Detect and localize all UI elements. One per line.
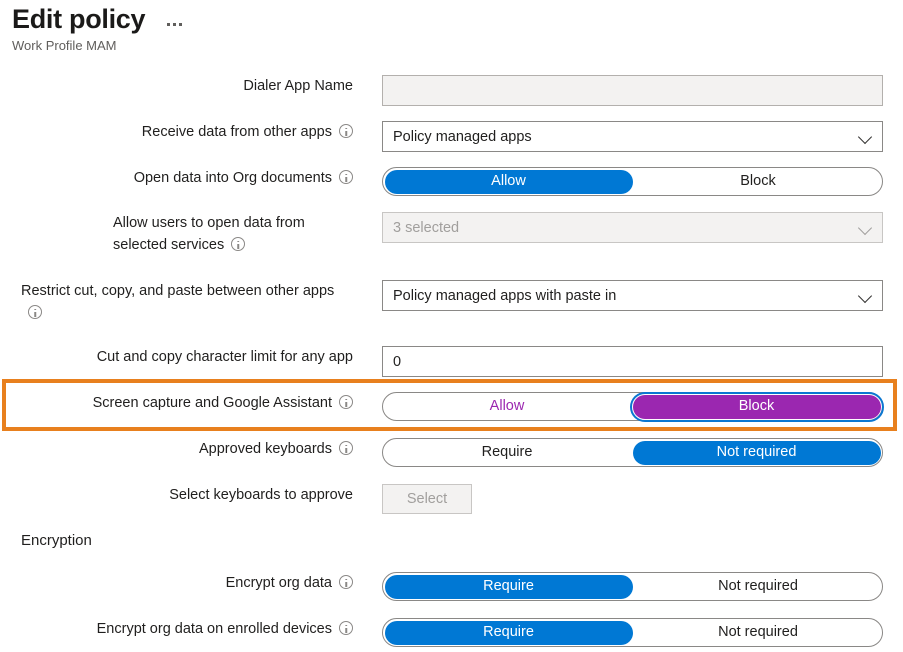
approved_keyboards-option-require[interactable]: Require <box>383 439 631 466</box>
encrypt_org_data-label-cell: Encrypt org data <box>0 572 353 594</box>
encrypt_org_data-control-cell: Require Not required <box>353 572 903 601</box>
form-row: Allow users to open data from selected s… <box>0 212 903 256</box>
dialer_app_name-label-cell: Dialer App Name <box>0 75 353 97</box>
form-row: Encrypt org data Require Not required <box>0 572 903 602</box>
select_keyboards_to_approve-label: Select keyboards to approve <box>169 484 353 506</box>
select_keyboards_to_approve-button: Select <box>382 484 472 514</box>
encrypt_org_data_enrolled_devices-label-cell: Encrypt org data on enrolled devices <box>0 618 353 640</box>
encrypt_org_data-label-text: Encrypt org data <box>225 575 332 591</box>
encrypt_org_data_enrolled_devices-option-require[interactable]: Require <box>384 620 633 645</box>
chevron-down-icon <box>859 289 872 302</box>
approved_keyboards-label-text: Approved keyboards <box>199 441 332 457</box>
allow_users_open_data_selected_services-label: Allow users to open data from selected s… <box>113 212 353 256</box>
restrict_cut_copy_paste-label-cell: Restrict cut, copy, and paste between ot… <box>0 280 353 324</box>
receive_data_from_other_apps-label-cell: Receive data from other apps <box>0 121 353 143</box>
encrypt_org_data-toggle: Require Not required <box>382 572 883 601</box>
restrict_cut_copy_paste-dropdown-value: Policy managed apps with paste in <box>393 287 617 304</box>
allow_users_open_data_selected_services-label-cell: Allow users to open data from selected s… <box>0 212 353 256</box>
allow_users_open_data_selected_services-info-icon[interactable] <box>231 237 246 251</box>
page-title: Edit policy <box>12 4 146 34</box>
encrypt_org_data-option-not-required[interactable]: Not required <box>634 573 882 600</box>
cut_copy_character_limit-label: Cut and copy character limit for any app <box>97 346 353 368</box>
screen_capture_google_assistant-control-cell: Allow Block <box>353 391 903 422</box>
receive_data_from_other_apps-label: Receive data from other apps <box>142 121 353 143</box>
chevron-down-icon <box>859 221 872 234</box>
approved_keyboards-option-not-required[interactable]: Not required <box>632 440 881 465</box>
form-row: Dialer App Name <box>0 75 903 106</box>
title-row: Edit policy <box>12 2 184 36</box>
form-row: Receive data from other apps Policy manag… <box>0 121 903 152</box>
dialer_app_name-label: Dialer App Name <box>243 75 353 97</box>
form-row: Restrict cut, copy, and paste between ot… <box>0 280 903 324</box>
restrict_cut_copy_paste-label: Restrict cut, copy, and paste between ot… <box>21 280 353 324</box>
open_data_into_org_documents-toggle: Allow Block <box>382 167 883 196</box>
receive_data_from_other_apps-info-icon[interactable] <box>339 124 353 138</box>
restrict_cut_copy_paste-info-icon[interactable] <box>28 305 42 319</box>
form-row: Open data into Org documents Allow Block <box>0 167 903 197</box>
screen_capture_google_assistant-label-cell: Screen capture and Google Assistant <box>0 392 353 414</box>
section-heading-encryption: Encryption <box>21 532 92 549</box>
form-row: Screen capture and Google Assistant Allow… <box>0 391 903 422</box>
encrypt_org_data_enrolled_devices-info-icon[interactable] <box>339 621 353 635</box>
receive_data_from_other_apps-control-cell: Policy managed apps <box>353 121 903 152</box>
cut_copy_character_limit-label-text: Cut and copy character limit for any app <box>96 349 353 365</box>
encrypt_org_data-option-require[interactable]: Require <box>384 574 633 599</box>
form-row: Select keyboards to approve Select <box>0 484 903 514</box>
screen_capture_google_assistant-info-icon[interactable] <box>339 395 353 409</box>
restrict_cut_copy_paste-label-text: Restrict cut, copy, and paste between ot… <box>21 283 335 299</box>
form-row: Cut and copy character limit for any app <box>0 346 903 377</box>
select_keyboards_to_approve-label-cell: Select keyboards to approve <box>0 484 353 506</box>
encrypt_org_data_enrolled_devices-label: Encrypt org data on enrolled devices <box>97 618 353 640</box>
chevron-down-icon <box>859 130 872 143</box>
restrict_cut_copy_paste-control-cell: Policy managed apps with paste in <box>353 280 903 311</box>
approved_keyboards-toggle: Require Not required <box>382 438 883 467</box>
open_data_into_org_documents-option-allow[interactable]: Allow <box>384 169 633 194</box>
ellipsis-dot-3 <box>179 22 183 26</box>
select_keyboards_to_approve-label-text: Select keyboards to approve <box>169 487 353 503</box>
screen_capture_google_assistant-toggle: Allow Block <box>382 391 884 422</box>
encrypt_org_data-info-icon[interactable] <box>339 575 353 589</box>
dialer_app_name-label-text: Dialer App Name <box>243 78 353 94</box>
dialer_app_name-control-cell <box>353 75 903 106</box>
form-row: Approved keyboards Require Not required <box>0 438 903 468</box>
ellipsis-dot-2 <box>173 22 177 26</box>
encrypt_org_data_enrolled_devices-label-text: Encrypt org data on enrolled devices <box>96 621 332 637</box>
select_keyboards_to_approve-control-cell: Select <box>353 484 903 514</box>
screen_capture_google_assistant-option-block[interactable]: Block <box>629 391 884 422</box>
encrypt_org_data_enrolled_devices-control-cell: Require Not required <box>353 618 903 647</box>
cut_copy_character_limit-label-cell: Cut and copy character limit for any app <box>0 346 353 368</box>
screen_capture_google_assistant-option-allow[interactable]: Allow <box>383 393 631 420</box>
receive_data_from_other_apps-label-text: Receive data from other apps <box>141 124 332 140</box>
approved_keyboards-label-cell: Approved keyboards <box>0 438 353 460</box>
allow_users_open_data_selected_services-control-cell: 3 selected <box>353 212 903 243</box>
form-row: Encrypt org data on enrolled devices Requ… <box>0 618 903 648</box>
restrict_cut_copy_paste-dropdown[interactable]: Policy managed apps with paste in <box>382 280 883 311</box>
open_data_into_org_documents-control-cell: Allow Block <box>353 167 903 196</box>
screen_capture_google_assistant-label: Screen capture and Google Assistant <box>93 392 353 414</box>
open_data_into_org_documents-label-text: Open data into Org documents <box>133 170 332 186</box>
open_data_into_org_documents-info-icon[interactable] <box>339 170 353 184</box>
page-header: Edit policy Work Profile MAM <box>12 2 184 55</box>
approved_keyboards-label: Approved keyboards <box>199 438 353 460</box>
ellipsis-icon[interactable] <box>165 17 184 28</box>
ellipsis-dot-1 <box>167 22 171 26</box>
approved_keyboards-control-cell: Require Not required <box>353 438 903 467</box>
encrypt_org_data_enrolled_devices-toggle: Require Not required <box>382 618 883 647</box>
dialer_app_name-input <box>382 75 883 106</box>
cut_copy_character_limit-input[interactable] <box>382 346 883 377</box>
receive_data_from_other_apps-dropdown[interactable]: Policy managed apps <box>382 121 883 152</box>
approved_keyboards-info-icon[interactable] <box>339 441 353 455</box>
encrypt_org_data-label: Encrypt org data <box>226 572 353 594</box>
open_data_into_org_documents-label: Open data into Org documents <box>134 167 353 189</box>
cut_copy_character_limit-control-cell <box>353 346 903 377</box>
receive_data_from_other_apps-dropdown-value: Policy managed apps <box>393 128 532 145</box>
allow_users_open_data_selected_services-dropdown: 3 selected <box>382 212 883 243</box>
open_data_into_org_documents-option-block[interactable]: Block <box>634 168 882 195</box>
allow_users_open_data_selected_services-label-text: Allow users to open data from selected s… <box>113 215 305 253</box>
open_data_into_org_documents-label-cell: Open data into Org documents <box>0 167 353 189</box>
allow_users_open_data_selected_services-dropdown-value: 3 selected <box>393 219 460 236</box>
encrypt_org_data_enrolled_devices-option-not-required[interactable]: Not required <box>634 619 882 646</box>
page-subtitle: Work Profile MAM <box>12 38 117 53</box>
screen_capture_google_assistant-label-text: Screen capture and Google Assistant <box>92 395 332 411</box>
